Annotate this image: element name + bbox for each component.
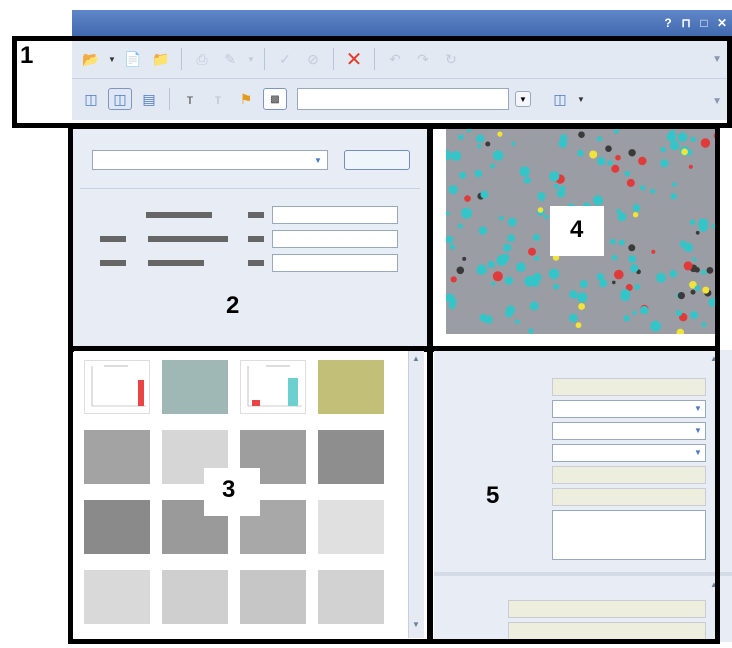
region-2-frame xyxy=(68,124,432,352)
help-icon[interactable]: ? xyxy=(662,16,674,30)
close-icon[interactable]: ✕ xyxy=(716,16,728,30)
region-5-frame xyxy=(428,346,720,644)
callout-2: 2 xyxy=(226,292,240,319)
region-3-frame xyxy=(68,346,432,644)
maximize-icon[interactable]: □ xyxy=(698,16,710,30)
window-controls: ? ⊓ □ ✕ xyxy=(662,16,728,30)
region-1-frame xyxy=(12,36,732,128)
region-4-frame xyxy=(428,124,720,352)
callout-1: 1 xyxy=(20,42,34,69)
window-title-bar: ? ⊓ □ ✕ xyxy=(72,10,732,38)
pin-icon[interactable]: ⊓ xyxy=(680,16,692,30)
